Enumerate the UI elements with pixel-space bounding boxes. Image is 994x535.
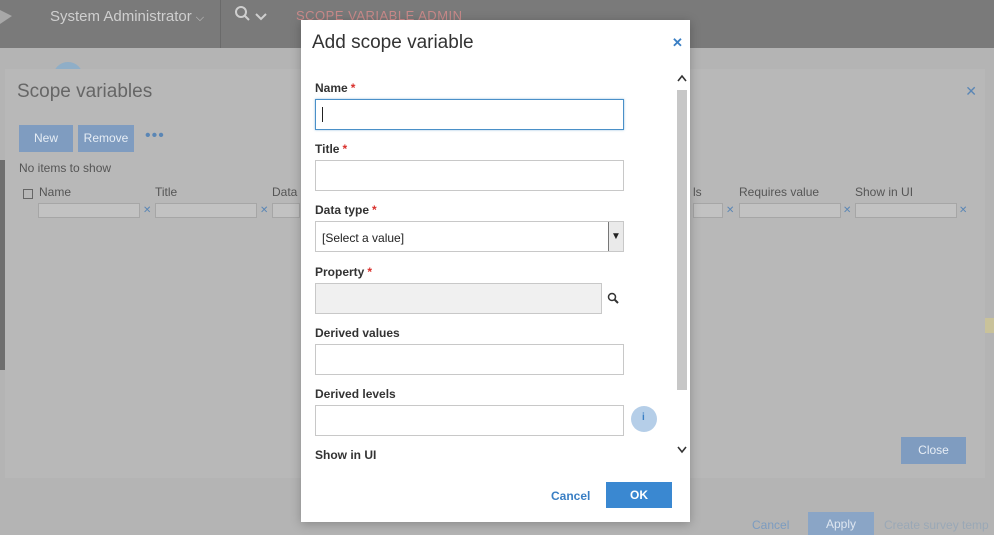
info-icon[interactable]: i [631, 406, 657, 432]
select-all-checkbox[interactable] [23, 189, 33, 199]
column-header-data[interactable]: Data [272, 185, 297, 199]
create-survey-template-button[interactable]: Create survey temp [884, 518, 989, 532]
column-header-levels[interactable]: ls [693, 185, 702, 199]
title-label-text: Title [315, 142, 340, 156]
filter-requires-value-input[interactable] [739, 203, 841, 218]
property-label-text: Property [315, 265, 365, 279]
data-type-label: Data type * [315, 203, 377, 217]
title-label: Title * [315, 142, 347, 156]
data-type-select[interactable]: [Select a value] ▼ [315, 221, 624, 252]
required-marker: * [342, 142, 348, 156]
name-label: Name * [315, 81, 355, 95]
filter-title-input[interactable] [155, 203, 257, 218]
footer-cancel-button[interactable]: Cancel [752, 518, 789, 532]
column-header-requires-value[interactable]: Requires value [739, 185, 819, 199]
scroll-up-icon[interactable] [677, 72, 687, 84]
add-scope-variable-modal: Add scope variable ✕ Name * Title * Data t… [301, 20, 690, 522]
chevron-down-icon: ⌵ [195, 12, 205, 24]
name-input[interactable] [315, 99, 624, 130]
required-marker: * [372, 203, 377, 217]
clear-filter-icon[interactable]: ✕ [143, 205, 151, 216]
chevron-down-icon[interactable]: ▼ [608, 222, 623, 251]
column-header-show-in-ui[interactable]: Show in UI [855, 185, 913, 199]
clear-filter-icon[interactable]: ✕ [843, 205, 851, 216]
data-type-label-text: Data type [315, 203, 370, 217]
derived-values-input[interactable] [315, 344, 624, 375]
filter-data-input[interactable] [272, 203, 300, 218]
modal-title: Add scope variable [312, 32, 474, 53]
close-icon[interactable]: ✕ [672, 35, 683, 51]
column-header-name[interactable]: Name [39, 185, 71, 199]
app-logo-icon [0, 10, 12, 24]
footer-apply-button[interactable]: Apply [808, 512, 874, 535]
more-options-icon[interactable]: ••• [145, 127, 165, 145]
filter-show-in-ui-input[interactable] [855, 203, 957, 218]
filter-levels-input[interactable] [693, 203, 723, 218]
modal-form: Name * Title * Data type * [Select a value]… [301, 70, 690, 462]
required-marker: * [367, 265, 373, 279]
scroll-down-icon[interactable] [677, 444, 687, 456]
data-type-selected-value: [Select a value] [322, 231, 405, 245]
search-icon[interactable] [607, 292, 621, 306]
required-marker: * [350, 81, 356, 95]
close-button[interactable]: Close [901, 437, 966, 464]
search-icon[interactable] [234, 4, 274, 26]
name-label-text: Name [315, 81, 348, 95]
user-menu[interactable]: System Administrator ⌵ [50, 8, 204, 25]
ok-button[interactable]: OK [606, 482, 672, 508]
clear-filter-icon[interactable]: ✕ [959, 205, 967, 216]
edge-marker [985, 318, 994, 333]
new-button[interactable]: New [19, 125, 73, 152]
text-caret [322, 107, 323, 122]
clear-filter-icon[interactable]: ✕ [726, 205, 734, 216]
user-menu-label: System Administrator [50, 8, 192, 25]
derived-levels-input[interactable] [315, 405, 624, 436]
scrollbar-thumb[interactable] [677, 90, 687, 390]
remove-button[interactable]: Remove [78, 125, 134, 152]
derived-values-label: Derived values [315, 326, 400, 340]
clear-filter-icon[interactable]: ✕ [260, 205, 268, 216]
show-in-ui-label: Show in UI [315, 448, 377, 462]
cancel-button[interactable]: Cancel [551, 489, 590, 503]
filter-name-input[interactable] [38, 203, 140, 218]
empty-state-text: No items to show [19, 161, 112, 175]
property-label: Property * [315, 265, 372, 279]
dialog-title: Scope variables [17, 81, 153, 102]
title-input[interactable] [315, 160, 624, 191]
property-input [315, 283, 602, 314]
header-divider [220, 0, 221, 48]
close-icon[interactable]: ✕ [965, 83, 977, 100]
column-header-title[interactable]: Title [155, 185, 177, 199]
derived-levels-label: Derived levels [315, 387, 396, 401]
